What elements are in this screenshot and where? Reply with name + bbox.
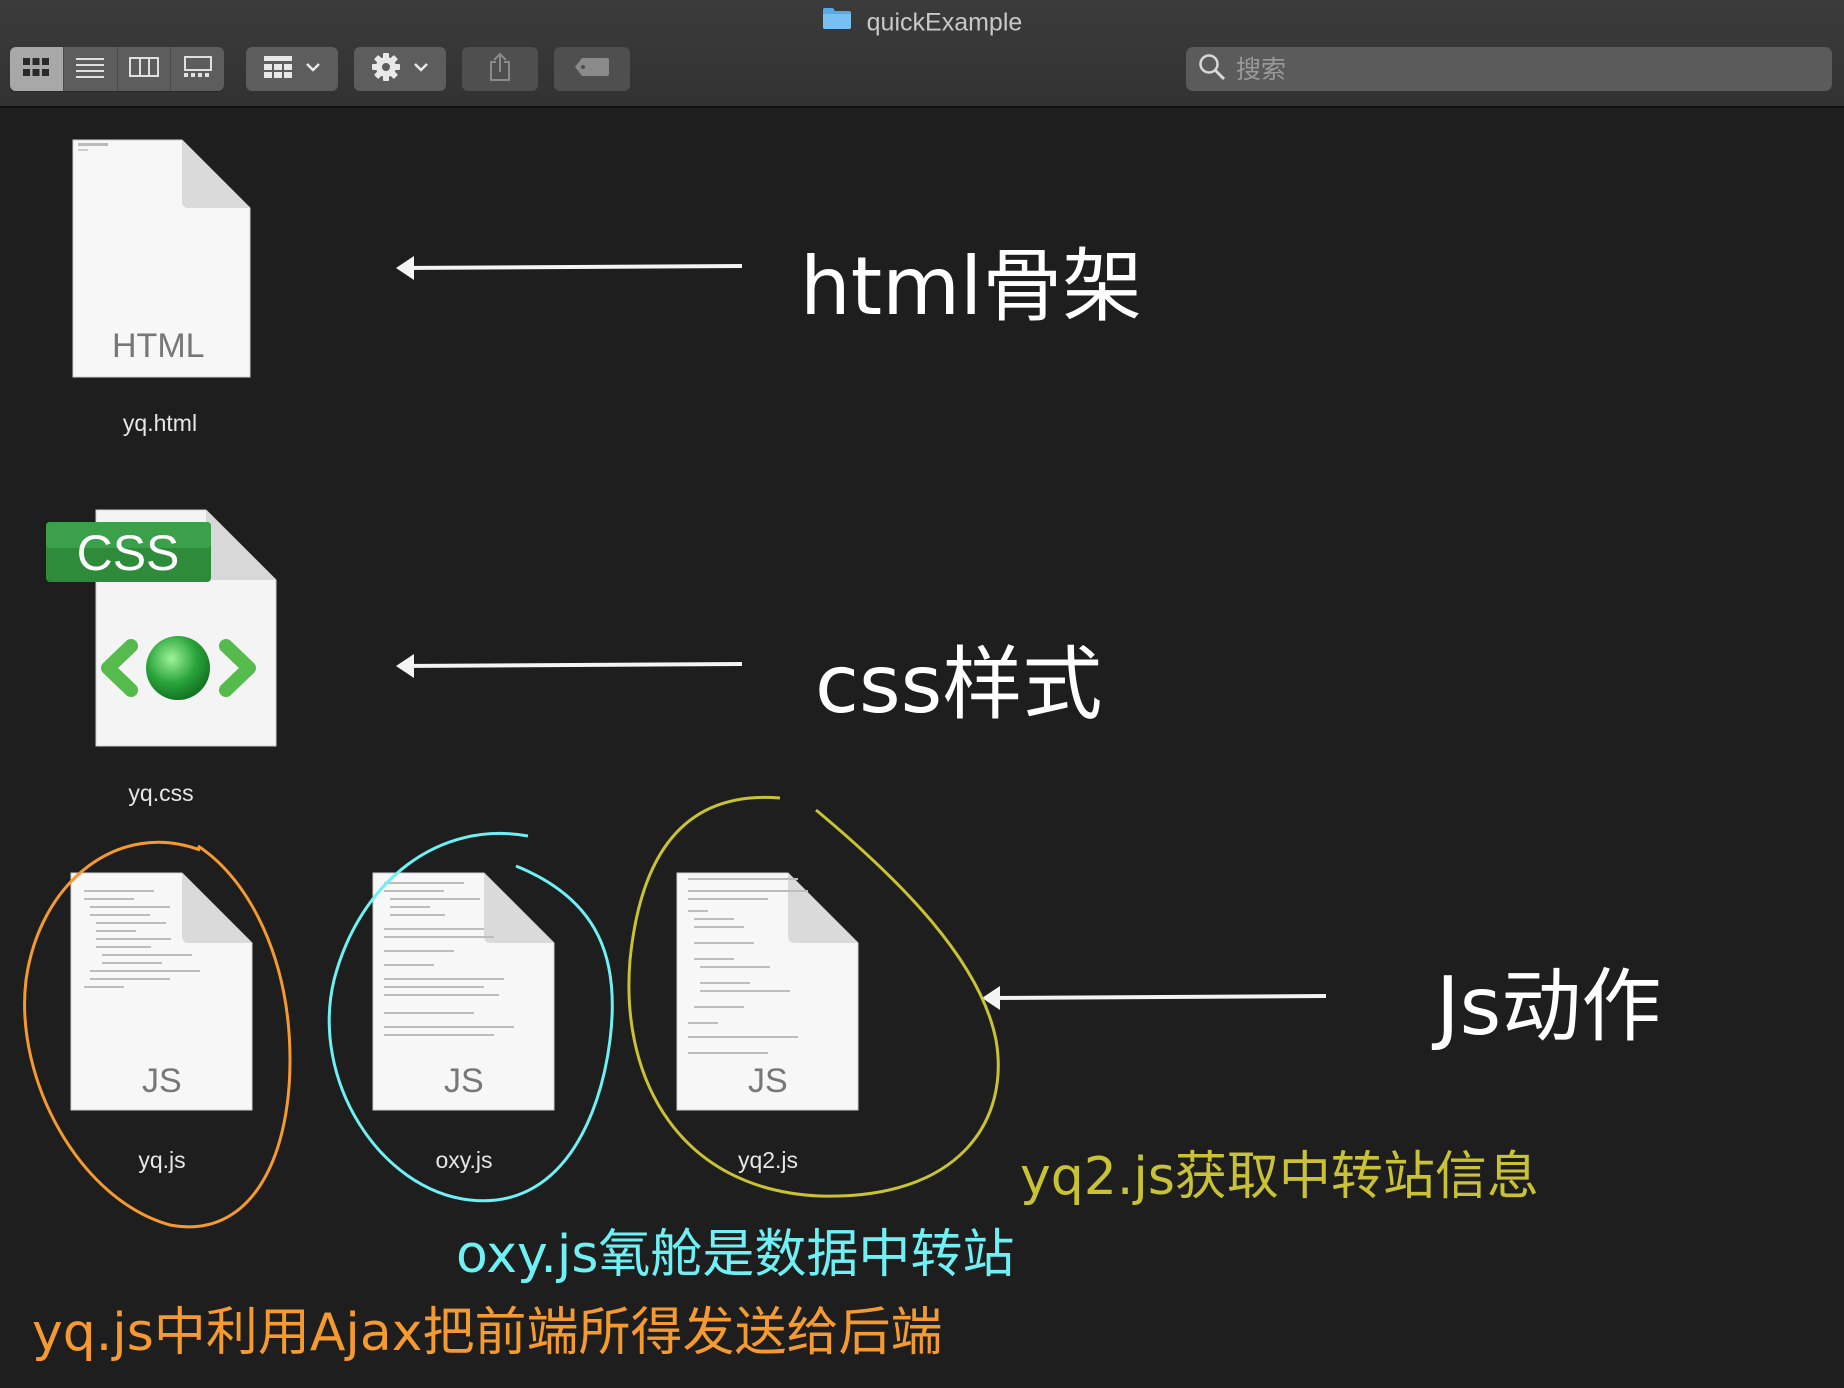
file-item-yq-js[interactable]: JS yq.js <box>52 872 272 1182</box>
tag-button[interactable] <box>554 47 630 91</box>
search-field[interactable] <box>1186 47 1832 91</box>
group-by-button[interactable] <box>246 47 338 91</box>
folder-icon <box>822 5 852 39</box>
file-item-yq-css[interactable]: CSS yq.css <box>46 508 278 818</box>
list-icon <box>75 56 105 83</box>
icon-view-button[interactable] <box>10 47 63 91</box>
file-item-yq-html[interactable]: HTML yq.html <box>50 135 270 445</box>
action-menu-button[interactable] <box>354 47 446 91</box>
css-style-note: css样式 <box>815 638 1103 731</box>
file-name: oxy.js <box>435 1147 493 1173</box>
gallery-icon <box>183 55 213 83</box>
gear-icon <box>371 52 401 87</box>
search-icon <box>1198 53 1226 86</box>
file-item-oxy-js[interactable]: JS oxy.js <box>354 872 574 1182</box>
html-type-label: HTML <box>112 327 205 365</box>
group-by-icon <box>263 55 293 84</box>
html-skeleton-note: html骨架 <box>800 240 1143 333</box>
arrow-to-html <box>396 256 743 280</box>
file-name: yq.html <box>122 410 198 436</box>
file-item-yq2-js[interactable]: JS yq2.js <box>658 872 878 1182</box>
svg-text:CSS: CSS <box>77 525 180 581</box>
file-name: yq2.js <box>737 1147 799 1173</box>
list-view-button[interactable] <box>62 47 117 91</box>
css-file-icon: CSS <box>46 508 278 753</box>
chevron-down-icon <box>413 60 429 78</box>
oxy-js-note: oxy.js氧舱是数据中转站 <box>456 1225 1015 1285</box>
arrow-to-js <box>982 986 1327 1010</box>
share-button[interactable] <box>462 47 538 91</box>
js-type-label: JS <box>142 1062 182 1100</box>
finder-window: quickExample 搜索 HTML yq.html CSS yq.css … <box>0 0 1844 1388</box>
yq-js-note: yq.js中利用Ajax把前端所得发送给后端 <box>32 1303 943 1363</box>
chevron-down-icon <box>305 60 321 78</box>
view-mode-control <box>10 47 224 91</box>
grid-icon <box>22 56 50 83</box>
gallery-view-button[interactable] <box>170 47 224 91</box>
file-name: yq.js <box>138 1147 186 1173</box>
js-type-label: JS <box>444 1062 484 1100</box>
arrow-to-css <box>396 654 743 678</box>
search-input[interactable] <box>1234 53 1798 85</box>
tag-icon <box>574 57 610 82</box>
file-name: yq.css <box>128 780 194 806</box>
js-action-note: Js动作 <box>1436 960 1662 1053</box>
columns-icon <box>128 56 159 83</box>
yq2-js-note: yq2.js获取中转站信息 <box>1020 1147 1539 1207</box>
js-type-label: JS <box>748 1062 788 1100</box>
share-icon <box>488 52 512 87</box>
column-view-button[interactable] <box>116 47 171 91</box>
window-title: quickExample <box>0 4 1844 39</box>
window-title-text: quickExample <box>866 8 1023 37</box>
titlebar: quickExample <box>0 0 1844 108</box>
